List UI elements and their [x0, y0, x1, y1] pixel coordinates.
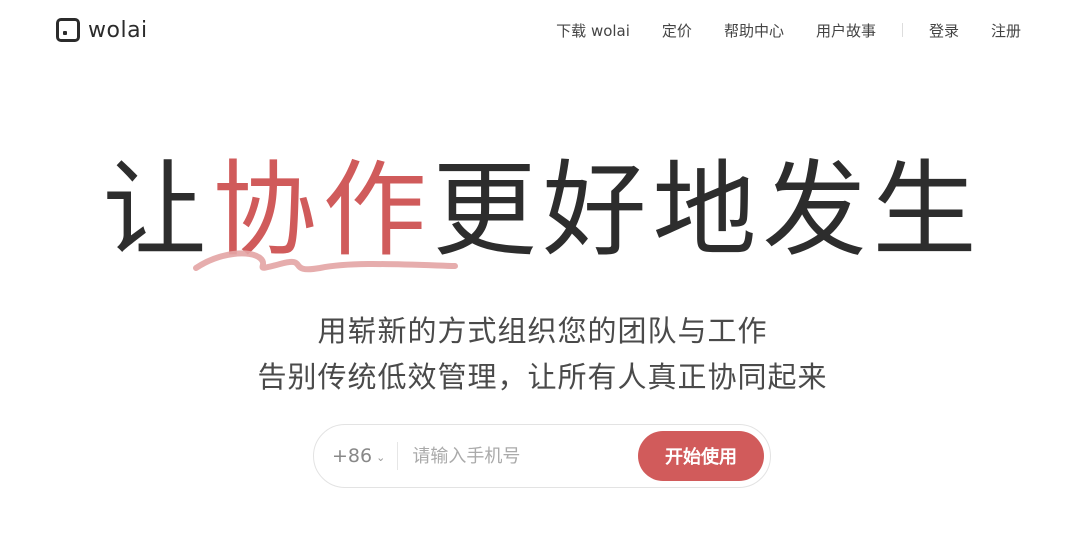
hero-title-suffix: 更好地发生: [432, 149, 983, 271]
country-code-value: +86: [332, 445, 373, 467]
nav-login-link[interactable]: 登录: [929, 20, 959, 41]
landing-page: wolai 下载 wolai 定价 帮助中心 用户故事 登录 注册 让协作更好地…: [0, 0, 1085, 542]
nav-pricing-link[interactable]: 定价: [662, 20, 692, 41]
square-dot-logo-icon: [56, 18, 80, 42]
input-divider: [397, 442, 399, 470]
accent-squiggle-decoration: [193, 250, 458, 273]
chevron-down-icon: ⌄: [376, 450, 386, 464]
nav-help-link[interactable]: 帮助中心: [724, 20, 784, 41]
start-button[interactable]: 开始使用: [638, 431, 764, 481]
nav-register-link[interactable]: 注册: [991, 20, 1021, 41]
brand-name: wolai: [88, 17, 148, 43]
top-nav: 下载 wolai 定价 帮助中心 用户故事 登录 注册: [556, 18, 1021, 42]
nav-stories-link[interactable]: 用户故事: [816, 20, 876, 41]
signup-form: +86 ⌄ 开始使用: [313, 424, 771, 488]
nav-divider: [901, 23, 903, 37]
brand-logo[interactable]: wolai: [56, 14, 148, 46]
country-code-select[interactable]: +86 ⌄: [332, 445, 385, 467]
hero-title: 让协作更好地发生: [0, 150, 1085, 270]
hero-subtitle-line2: 告别传统低效管理，让所有人真正协同起来: [257, 360, 828, 394]
phone-input[interactable]: [410, 444, 635, 468]
hero-subtitle-line1: 用崭新的方式组织您的团队与工作: [317, 314, 768, 348]
nav-download-link[interactable]: 下载 wolai: [556, 20, 630, 41]
